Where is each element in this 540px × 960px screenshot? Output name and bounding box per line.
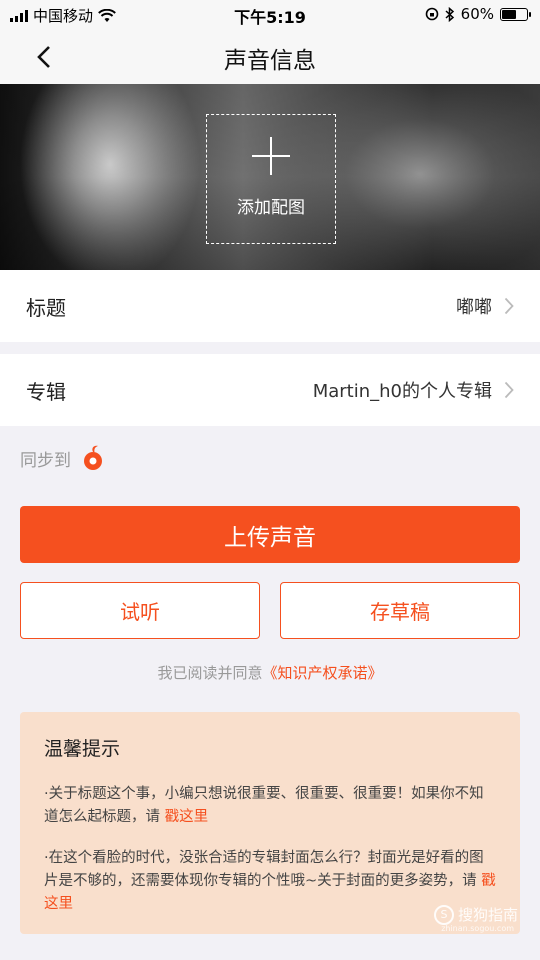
upload-button[interactable]: 上传声音 [20, 506, 520, 563]
battery-percent: 60% [460, 5, 494, 23]
album-value: Martin_h0的个人专辑 [312, 381, 492, 402]
tip-cover-advice: ·在这个看脸的时代，没张合适的专辑封面怎么行？封面光是好看的图片是不够的，还需要… [44, 847, 496, 916]
ip-commitment-link[interactable]: 《知识产权承诺》 [263, 664, 383, 682]
battery-fill [502, 9, 517, 19]
tip1-link[interactable]: 戳这里 [165, 809, 209, 825]
bluetooth-icon [445, 6, 454, 22]
add-cover-button[interactable]: 添加配图 [206, 114, 336, 244]
chevron-right-icon [504, 381, 514, 399]
chevron-right-icon [504, 297, 514, 315]
battery-icon [500, 7, 531, 21]
watermark-sub: zhinan.sogou.com [441, 924, 514, 933]
ximalaya-logo-icon[interactable] [81, 444, 105, 472]
title-label: 标题 [26, 295, 66, 320]
cover-image: 添加配图 [0, 84, 540, 270]
nav-bar: 声音信息 [0, 28, 540, 84]
album-label: 专辑 [26, 379, 66, 404]
album-value-group: Martin_h0的个人专辑 [313, 377, 514, 403]
sync-label: 同步到 [20, 450, 71, 471]
save-draft-button[interactable]: 存草稿 [280, 582, 520, 639]
add-cover-label: 添加配图 [237, 197, 305, 218]
title-row[interactable]: 标题 嘟嘟 [0, 270, 540, 342]
title-value: 嘟嘟 [456, 297, 492, 318]
watermark-text: 搜狗指南 [457, 906, 518, 924]
tip2-text: ·在这个看脸的时代，没张合适的专辑封面怎么行？封面光是好看的图片是不够的，还需要… [44, 850, 484, 889]
status-bar: 中国移动 下午5:19 60% [0, 0, 540, 28]
agreement-label: 我已阅读并同意 [157, 664, 263, 682]
watermark: S 搜狗指南 [433, 904, 518, 925]
plus-icon [252, 136, 290, 175]
tip-title-advice: ·关于标题这个事，小编只想说很重要、很重要、很重要！如果你不知道怎么起标题，请 … [44, 783, 496, 829]
page-title: 声音信息 [224, 48, 316, 74]
sogou-logo-icon: S [433, 904, 454, 925]
orientation-lock-icon [425, 7, 438, 21]
preview-button[interactable]: 试听 [20, 582, 260, 639]
agreement-text: 我已阅读并同意《知识产权承诺》 [0, 662, 540, 683]
album-row[interactable]: 专辑 Martin_h0的个人专辑 [0, 354, 540, 426]
tips-panel: 温馨提示 ·关于标题这个事，小编只想说很重要、很重要、很重要！如果你不知道怎么起… [20, 712, 520, 934]
sync-row: 同步到 [20, 444, 105, 472]
tips-title: 温馨提示 [44, 738, 121, 760]
title-value-group: 嘟嘟 [456, 293, 514, 319]
status-right: 60% [425, 5, 531, 23]
tip1-text: ·关于标题这个事，小编只想说很重要、很重要、很重要！如果你不知道怎么起标题，请 [44, 786, 484, 825]
